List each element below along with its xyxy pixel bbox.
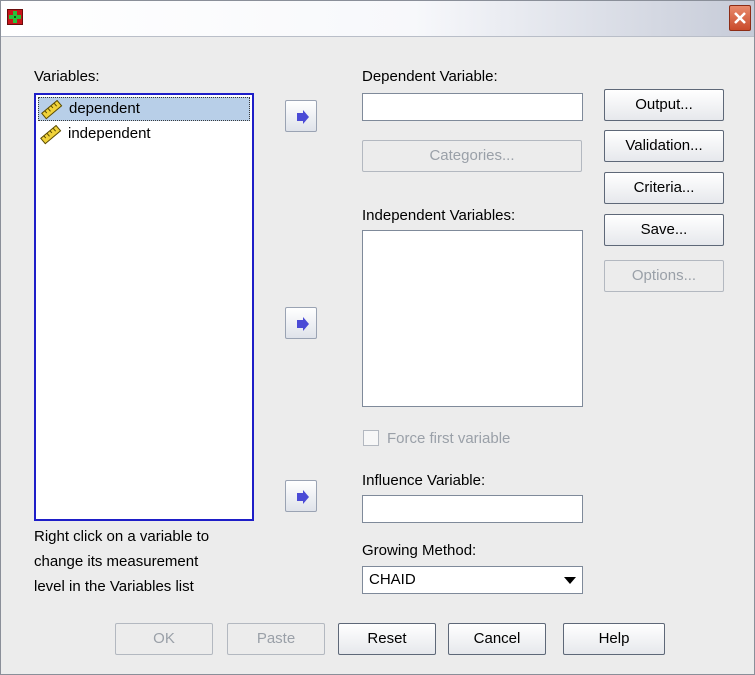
ok-button[interactable]: OK [115, 623, 213, 655]
app-icon [7, 9, 23, 25]
move-to-independent-button[interactable] [285, 307, 317, 339]
chevron-down-icon [564, 577, 576, 584]
paste-button[interactable]: Paste [227, 623, 325, 655]
dialog-window: Variables: dependent independent Right c… [0, 0, 755, 675]
dependent-variable-field[interactable] [362, 93, 583, 121]
arrow-right-icon [297, 317, 309, 331]
hint-text-line2: change its measurement [34, 553, 199, 570]
options-button[interactable]: Options... [604, 260, 724, 292]
move-to-influence-button[interactable] [285, 480, 317, 512]
list-item-label: independent [68, 125, 151, 142]
dependent-variable-label: Dependent Variable: [362, 68, 498, 85]
list-item-label: dependent [69, 100, 140, 117]
independent-variables-list[interactable] [362, 230, 583, 407]
growing-method-select[interactable]: CHAID [362, 566, 583, 594]
force-first-variable-label: Force first variable [387, 430, 511, 447]
criteria-button[interactable]: Criteria... [604, 172, 724, 204]
growing-method-label: Growing Method: [362, 542, 477, 559]
output-button[interactable]: Output... [604, 89, 724, 121]
growing-method-value: CHAID [369, 571, 416, 588]
arrow-right-icon [297, 110, 309, 124]
help-button[interactable]: Help [563, 623, 665, 655]
force-first-variable-checkbox[interactable] [363, 430, 379, 446]
scale-ruler-icon [41, 100, 63, 120]
scale-ruler-icon [40, 125, 62, 145]
close-icon [734, 12, 746, 24]
list-item[interactable]: independent [38, 123, 250, 147]
influence-variable-label: Influence Variable: [362, 472, 486, 489]
variables-label: Variables: [34, 68, 100, 85]
reset-button[interactable]: Reset [338, 623, 436, 655]
hint-text-line1: Right click on a variable to [34, 528, 210, 545]
validation-button[interactable]: Validation... [604, 130, 724, 162]
close-button[interactable] [729, 5, 751, 31]
cancel-button[interactable]: Cancel [448, 623, 546, 655]
variables-list[interactable]: dependent independent [34, 93, 254, 521]
categories-button[interactable]: Categories... [362, 140, 582, 172]
move-to-dependent-button[interactable] [285, 100, 317, 132]
influence-variable-field[interactable] [362, 495, 583, 523]
hint-text-line3: level in the Variables list [34, 578, 194, 595]
save-button[interactable]: Save... [604, 214, 724, 246]
list-item[interactable]: dependent [38, 97, 250, 121]
title-bar [1, 1, 754, 37]
independent-variables-label: Independent Variables: [362, 207, 516, 224]
arrow-right-icon [297, 490, 309, 504]
